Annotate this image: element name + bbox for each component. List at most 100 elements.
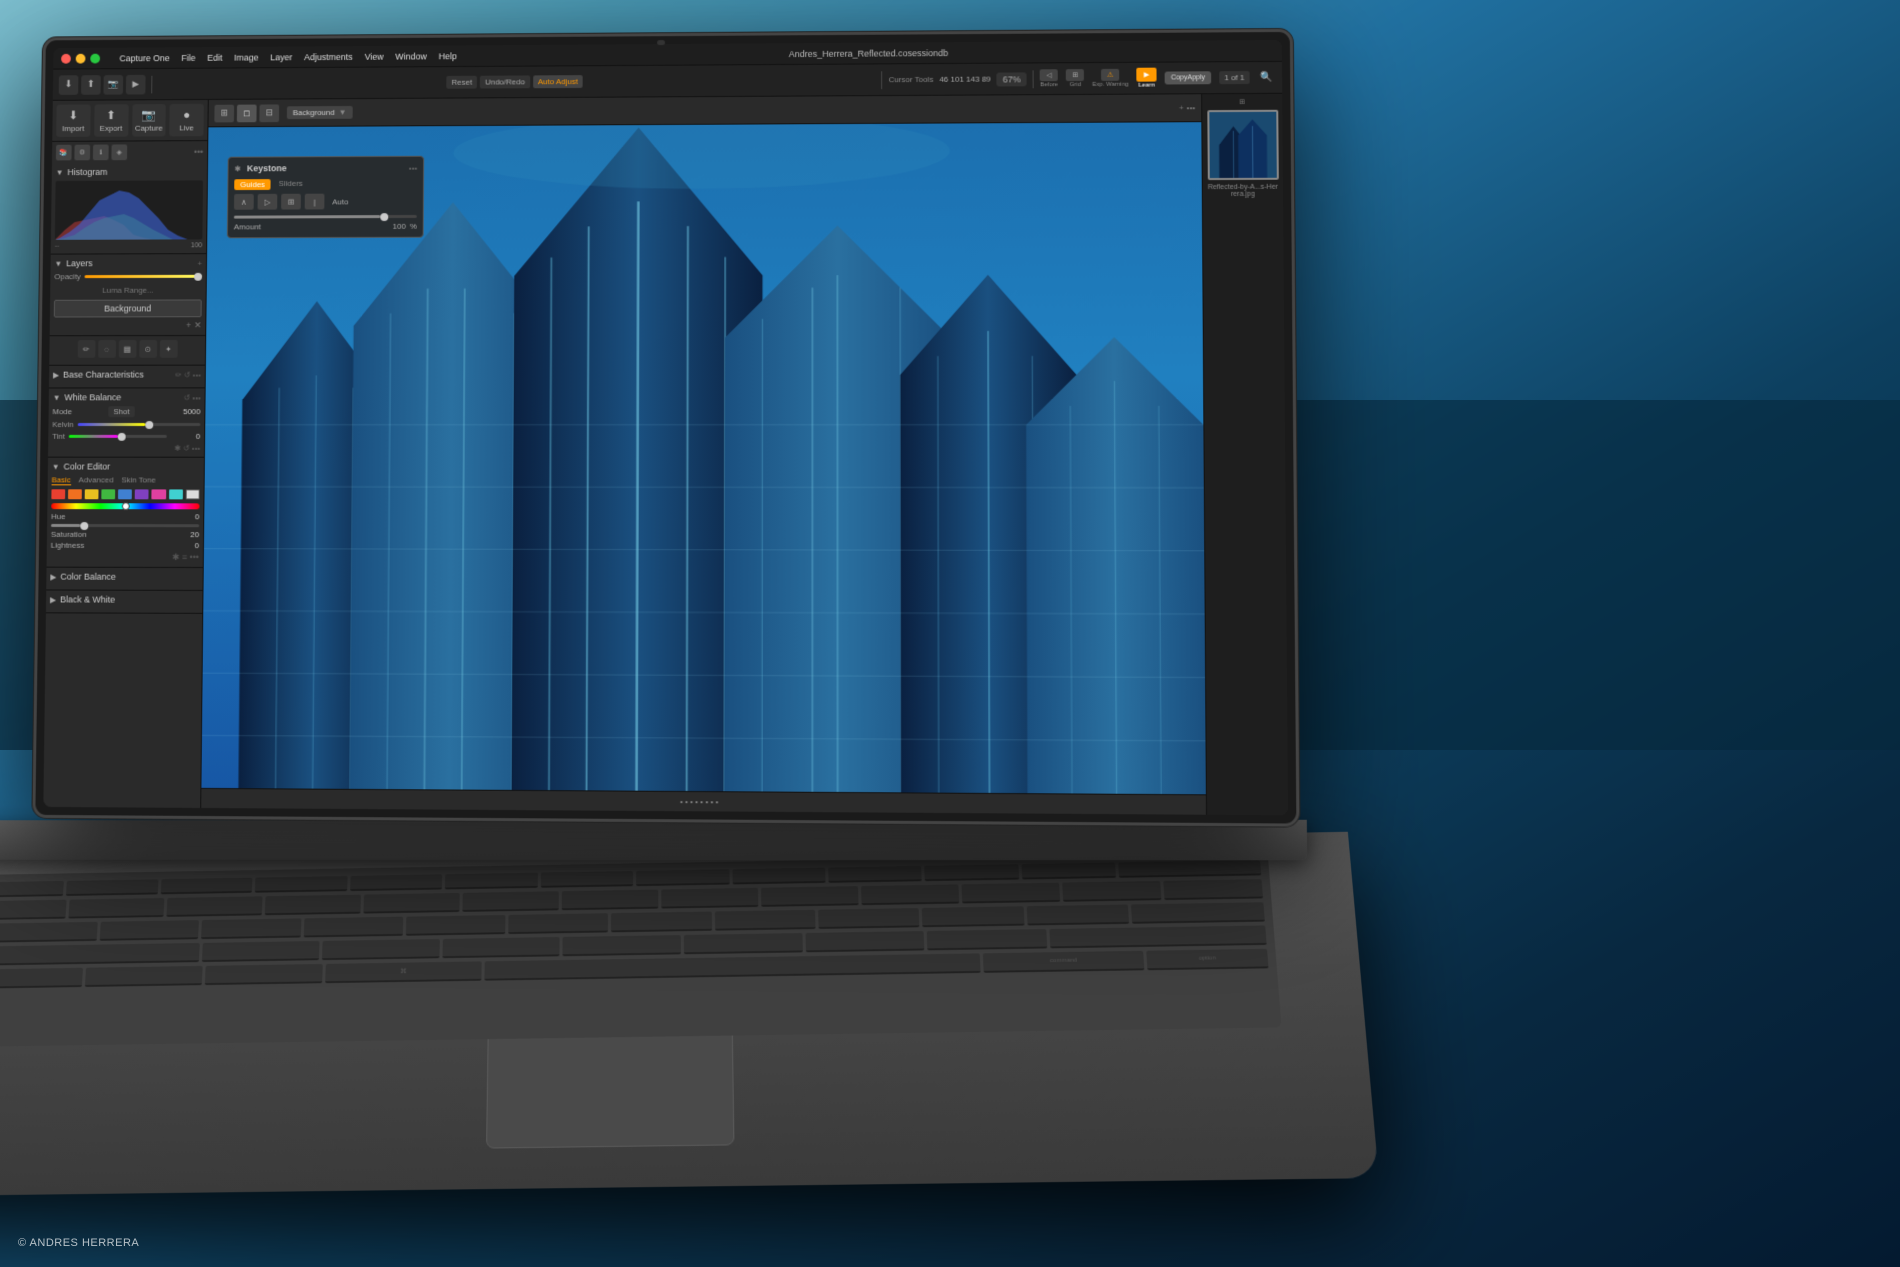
fn-key[interactable] — [66, 879, 158, 896]
menu-item-window[interactable]: Window — [395, 51, 427, 61]
kelvin-slider[interactable] — [78, 423, 201, 426]
output-icon[interactable]: ◈ — [111, 144, 127, 160]
key-g[interactable] — [508, 913, 608, 934]
export-icon[interactable]: ⬆ — [81, 75, 101, 95]
kp-tool-1[interactable]: ∧ — [234, 194, 254, 210]
before-button[interactable]: ◁ Before — [1040, 69, 1058, 88]
menu-item-view[interactable]: View — [364, 51, 383, 61]
fn-key[interactable] — [828, 866, 922, 883]
menu-item-edit[interactable]: Edit — [207, 52, 222, 62]
swatch-green[interactable] — [102, 489, 116, 499]
key-ae[interactable] — [1062, 881, 1161, 902]
menu-item-layer[interactable]: Layer — [270, 52, 292, 62]
layers-add-icon[interactable]: + — [197, 259, 202, 268]
key-r[interactable] — [363, 893, 459, 914]
maximize-button[interactable] — [90, 53, 100, 63]
color-tab-advanced[interactable]: Advanced — [79, 475, 114, 485]
canvas-add-icon[interactable]: + — [1179, 103, 1184, 112]
reset-button[interactable]: Reset — [447, 76, 478, 89]
more-options-icon[interactable]: ••• — [194, 147, 203, 157]
wb-eyedropper[interactable]: ✱ ↺ ••• — [174, 444, 200, 453]
key-d[interactable] — [303, 917, 403, 938]
color-tab-skin[interactable]: Skin Tone — [121, 475, 155, 485]
live-button[interactable]: ● Live — [170, 104, 204, 137]
clone-tool[interactable]: ⊙ — [139, 340, 157, 358]
key-v[interactable] — [563, 935, 681, 956]
key-u[interactable] — [661, 888, 758, 909]
eraser-tool[interactable]: ◌ — [98, 340, 116, 358]
luma-range[interactable]: Luma Range... — [54, 284, 202, 297]
layer-delete-btn[interactable]: ✕ — [194, 320, 202, 331]
close-button[interactable] — [61, 53, 71, 63]
caps-key[interactable] — [0, 922, 98, 943]
import-button[interactable]: ⬇ Import — [56, 105, 90, 137]
key-k[interactable] — [818, 908, 920, 929]
fn-key[interactable] — [350, 874, 442, 891]
spacebar[interactable] — [485, 953, 981, 980]
key-o[interactable] — [861, 884, 959, 905]
shift-right-key[interactable] — [1049, 925, 1266, 948]
live-icon[interactable]: ▶ — [126, 74, 146, 94]
kp-amount-slider[interactable] — [234, 215, 417, 219]
key-j[interactable] — [715, 910, 816, 931]
gradient-tool[interactable]: ▦ — [118, 340, 136, 358]
enter-key[interactable] — [1131, 902, 1265, 924]
layer-add-btn[interactable]: + — [186, 320, 191, 331]
menu-item-capture-one[interactable]: Capture One — [119, 53, 169, 63]
key-p[interactable] — [961, 883, 1060, 904]
adjustments-icon[interactable]: ⚙ — [74, 145, 90, 161]
key-oe[interactable] — [1026, 905, 1129, 926]
auto-adjust-button[interactable]: Auto Adjust — [533, 75, 583, 88]
metadata-icon[interactable]: ℹ — [93, 145, 109, 161]
fn-key[interactable] — [161, 878, 253, 895]
key-a[interactable] — [100, 920, 200, 941]
key-e[interactable] — [265, 895, 361, 916]
menu-item-image[interactable]: Image — [234, 52, 259, 62]
key-i[interactable] — [761, 886, 859, 907]
fn-key[interactable] — [445, 873, 538, 890]
kp-guides-tab[interactable]: Guides — [234, 179, 271, 190]
kp-tool-2[interactable]: ▷ — [258, 194, 278, 210]
copy-apply-button[interactable]: CopyApply — [1165, 71, 1211, 84]
fn-key[interactable] — [732, 868, 826, 885]
key-q[interactable] — [68, 898, 164, 919]
option-right-key[interactable]: option — [1146, 949, 1268, 970]
key-c[interactable] — [442, 937, 560, 958]
hue-thumb[interactable] — [121, 502, 129, 510]
kp-expand-icon[interactable]: ✱ — [234, 164, 241, 173]
single-view-icon[interactable]: □ — [237, 104, 257, 122]
grid-button[interactable]: ⊞ Grid — [1066, 69, 1084, 88]
fn-key[interactable] — [925, 864, 1019, 881]
export-button[interactable]: ⬆ Export — [94, 104, 128, 136]
color-tab-basic[interactable]: Basic — [52, 475, 71, 485]
selected-thumbnail[interactable] — [1207, 110, 1279, 180]
tint-slider[interactable] — [69, 435, 167, 438]
key-y[interactable] — [562, 890, 659, 911]
brush-tool[interactable]: ✏ — [77, 340, 95, 358]
exp-warning-button[interactable]: ⚠ Exp. Warning — [1092, 69, 1128, 88]
fn-key[interactable] — [1021, 863, 1116, 880]
search-icon[interactable]: 🔍 — [1258, 68, 1276, 86]
fn-key[interactable] — [255, 876, 347, 893]
swatch-all[interactable] — [185, 489, 199, 499]
cmd-right-key[interactable]: command — [983, 951, 1144, 973]
grid-view-icon[interactable]: ⊞ — [214, 104, 234, 122]
ctrl-key[interactable] — [85, 966, 203, 987]
bw-header[interactable]: ▶ Black & White — [50, 594, 199, 604]
learn-button[interactable]: ▶ Learn — [1136, 68, 1156, 89]
swatch-pink[interactable] — [152, 489, 166, 499]
key-ue[interactable] — [1163, 879, 1263, 900]
cmd-left-key[interactable]: ⌘ — [325, 961, 482, 983]
fn-key[interactable] — [540, 871, 633, 888]
key-n[interactable] — [805, 931, 925, 952]
background-layer[interactable]: Background — [54, 299, 202, 317]
capture-icon[interactable]: 📷 — [103, 75, 123, 95]
zoom-display[interactable]: 67% — [997, 72, 1027, 86]
heal-tool[interactable]: ✦ — [159, 340, 177, 358]
undo-redo-button[interactable]: Undo/Redo — [480, 75, 530, 88]
library-icon[interactable]: 📚 — [56, 145, 72, 161]
opacity-slider[interactable] — [85, 275, 202, 278]
key-h[interactable] — [611, 912, 711, 933]
option-key[interactable] — [204, 964, 322, 985]
key-f[interactable] — [406, 915, 506, 936]
